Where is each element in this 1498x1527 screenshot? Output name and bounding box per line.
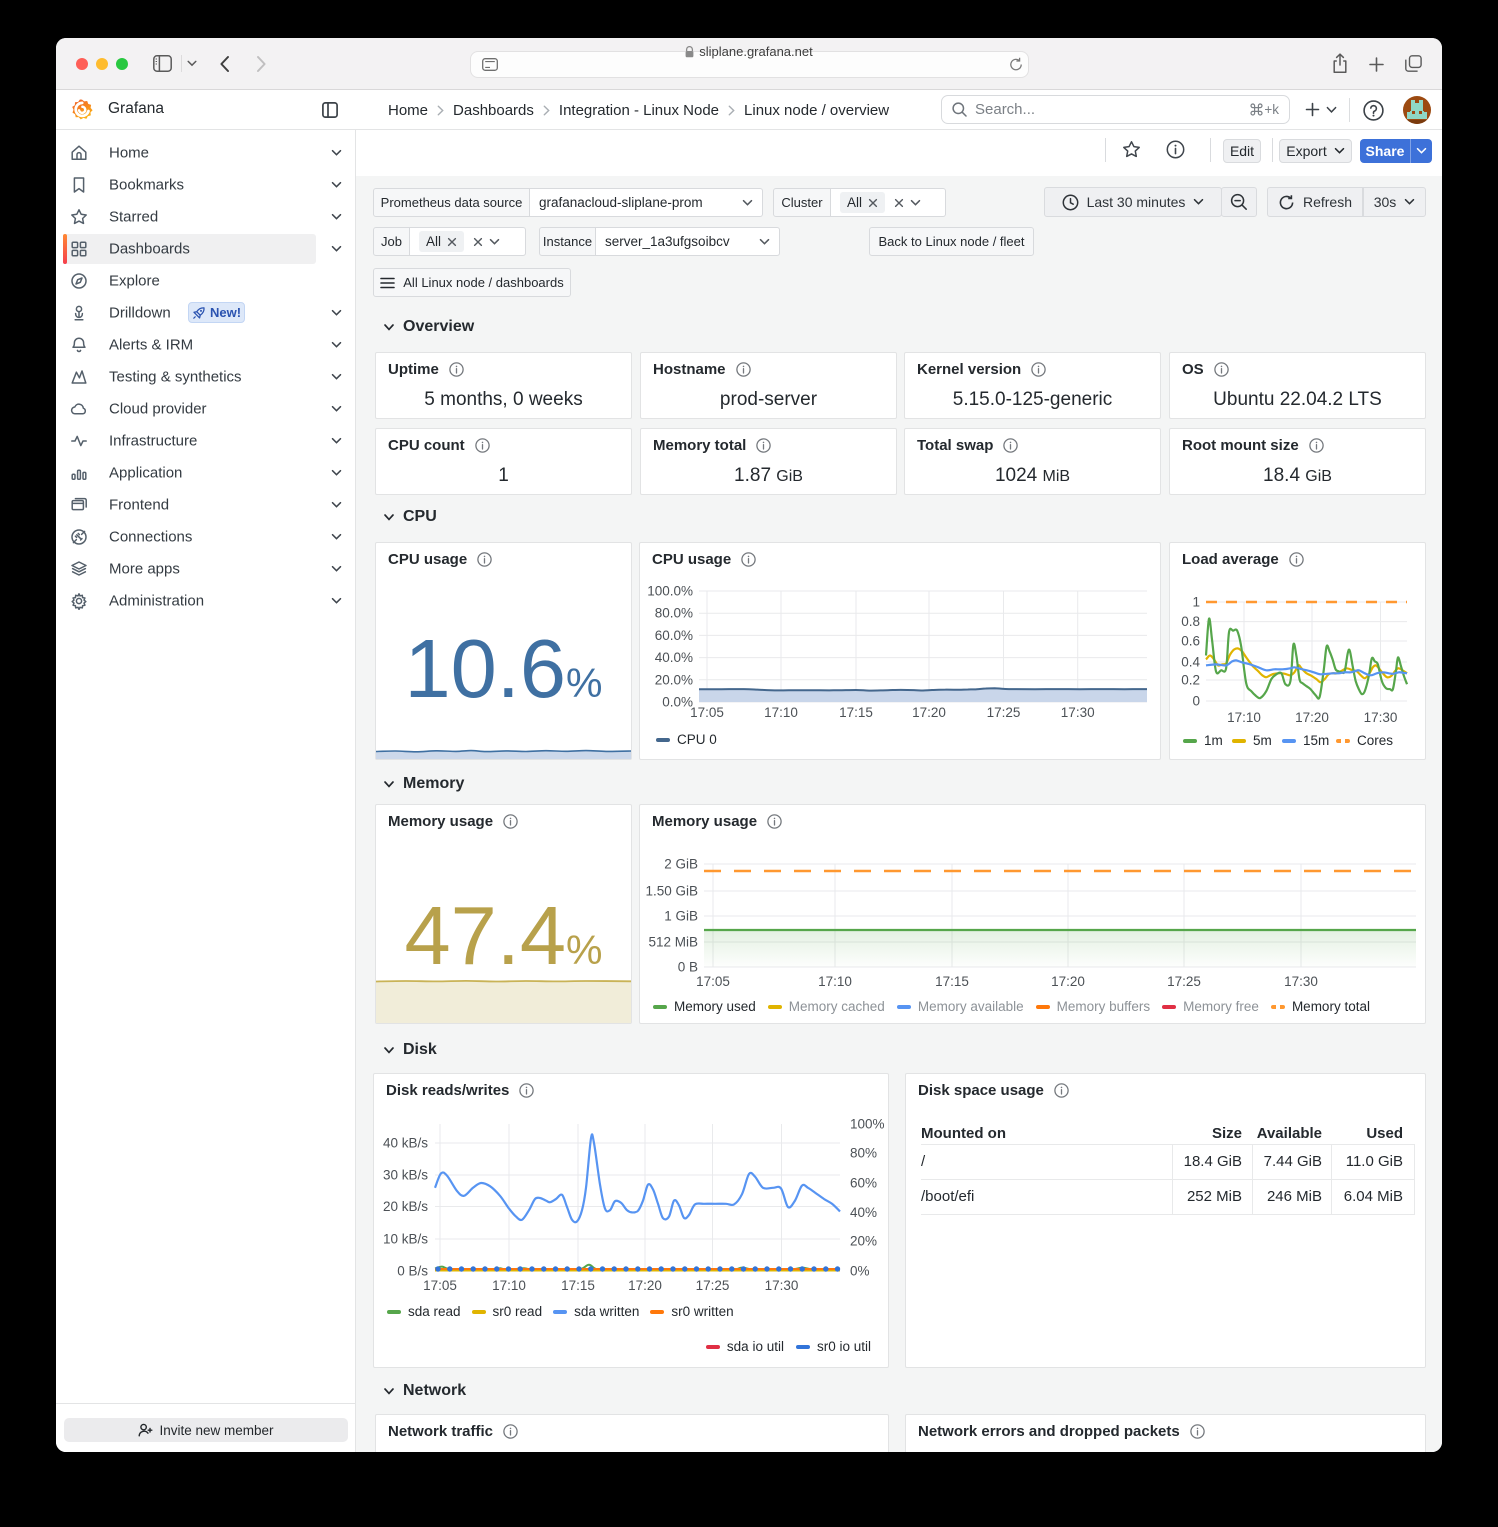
svg-text:20.0%: 20.0% bbox=[655, 672, 693, 687]
svg-text:0.4: 0.4 bbox=[1181, 655, 1200, 670]
svg-text:20%: 20% bbox=[850, 1234, 877, 1249]
svg-text:0%: 0% bbox=[850, 1264, 870, 1279]
svg-text:1 GiB: 1 GiB bbox=[664, 909, 698, 924]
svg-text:60%: 60% bbox=[850, 1176, 877, 1191]
svg-text:17:05: 17:05 bbox=[423, 1278, 457, 1293]
svg-text:100%: 100% bbox=[850, 1117, 885, 1132]
svg-text:2 GiB: 2 GiB bbox=[664, 857, 698, 872]
svg-text:30 kB/s: 30 kB/s bbox=[383, 1168, 428, 1183]
svg-text:17:10: 17:10 bbox=[492, 1278, 526, 1293]
svg-text:17:30: 17:30 bbox=[1284, 974, 1318, 989]
svg-text:40%: 40% bbox=[850, 1205, 877, 1220]
svg-text:17:15: 17:15 bbox=[561, 1278, 595, 1293]
svg-text:0 B: 0 B bbox=[678, 960, 698, 975]
svg-text:17:25: 17:25 bbox=[696, 1278, 730, 1293]
svg-text:512 MiB: 512 MiB bbox=[648, 935, 698, 950]
svg-text:0: 0 bbox=[1192, 694, 1200, 709]
svg-text:80.0%: 80.0% bbox=[655, 606, 693, 621]
svg-text:60.0%: 60.0% bbox=[655, 628, 693, 643]
svg-text:17:25: 17:25 bbox=[987, 705, 1021, 720]
svg-text:17:05: 17:05 bbox=[696, 974, 730, 989]
svg-text:17:10: 17:10 bbox=[1227, 710, 1261, 725]
svg-text:1.50 GiB: 1.50 GiB bbox=[645, 884, 698, 899]
svg-text:17:20: 17:20 bbox=[912, 705, 946, 720]
svg-text:17:20: 17:20 bbox=[628, 1278, 662, 1293]
svg-text:40 kB/s: 40 kB/s bbox=[383, 1136, 428, 1151]
svg-text:10 kB/s: 10 kB/s bbox=[383, 1232, 428, 1247]
svg-text:17:20: 17:20 bbox=[1051, 974, 1085, 989]
svg-text:17:30: 17:30 bbox=[1364, 710, 1398, 725]
svg-text:17:10: 17:10 bbox=[764, 705, 798, 720]
svg-text:100.0%: 100.0% bbox=[647, 584, 693, 599]
svg-text:0.0%: 0.0% bbox=[662, 695, 693, 710]
svg-text:17:15: 17:15 bbox=[839, 705, 873, 720]
svg-text:17:05: 17:05 bbox=[690, 705, 724, 720]
svg-text:0 B/s: 0 B/s bbox=[397, 1264, 428, 1279]
svg-text:17:25: 17:25 bbox=[1167, 974, 1201, 989]
svg-text:17:30: 17:30 bbox=[765, 1278, 799, 1293]
svg-text:17:15: 17:15 bbox=[935, 974, 969, 989]
svg-text:0.8: 0.8 bbox=[1181, 614, 1200, 629]
svg-text:20 kB/s: 20 kB/s bbox=[383, 1199, 428, 1214]
svg-text:0.6: 0.6 bbox=[1181, 634, 1200, 649]
svg-text:17:20: 17:20 bbox=[1295, 710, 1329, 725]
svg-text:17:10: 17:10 bbox=[818, 974, 852, 989]
svg-text:0.2: 0.2 bbox=[1181, 673, 1200, 688]
svg-text:1: 1 bbox=[1192, 595, 1200, 610]
svg-text:40.0%: 40.0% bbox=[655, 650, 693, 665]
svg-text:17:30: 17:30 bbox=[1061, 705, 1095, 720]
svg-text:80%: 80% bbox=[850, 1146, 877, 1161]
